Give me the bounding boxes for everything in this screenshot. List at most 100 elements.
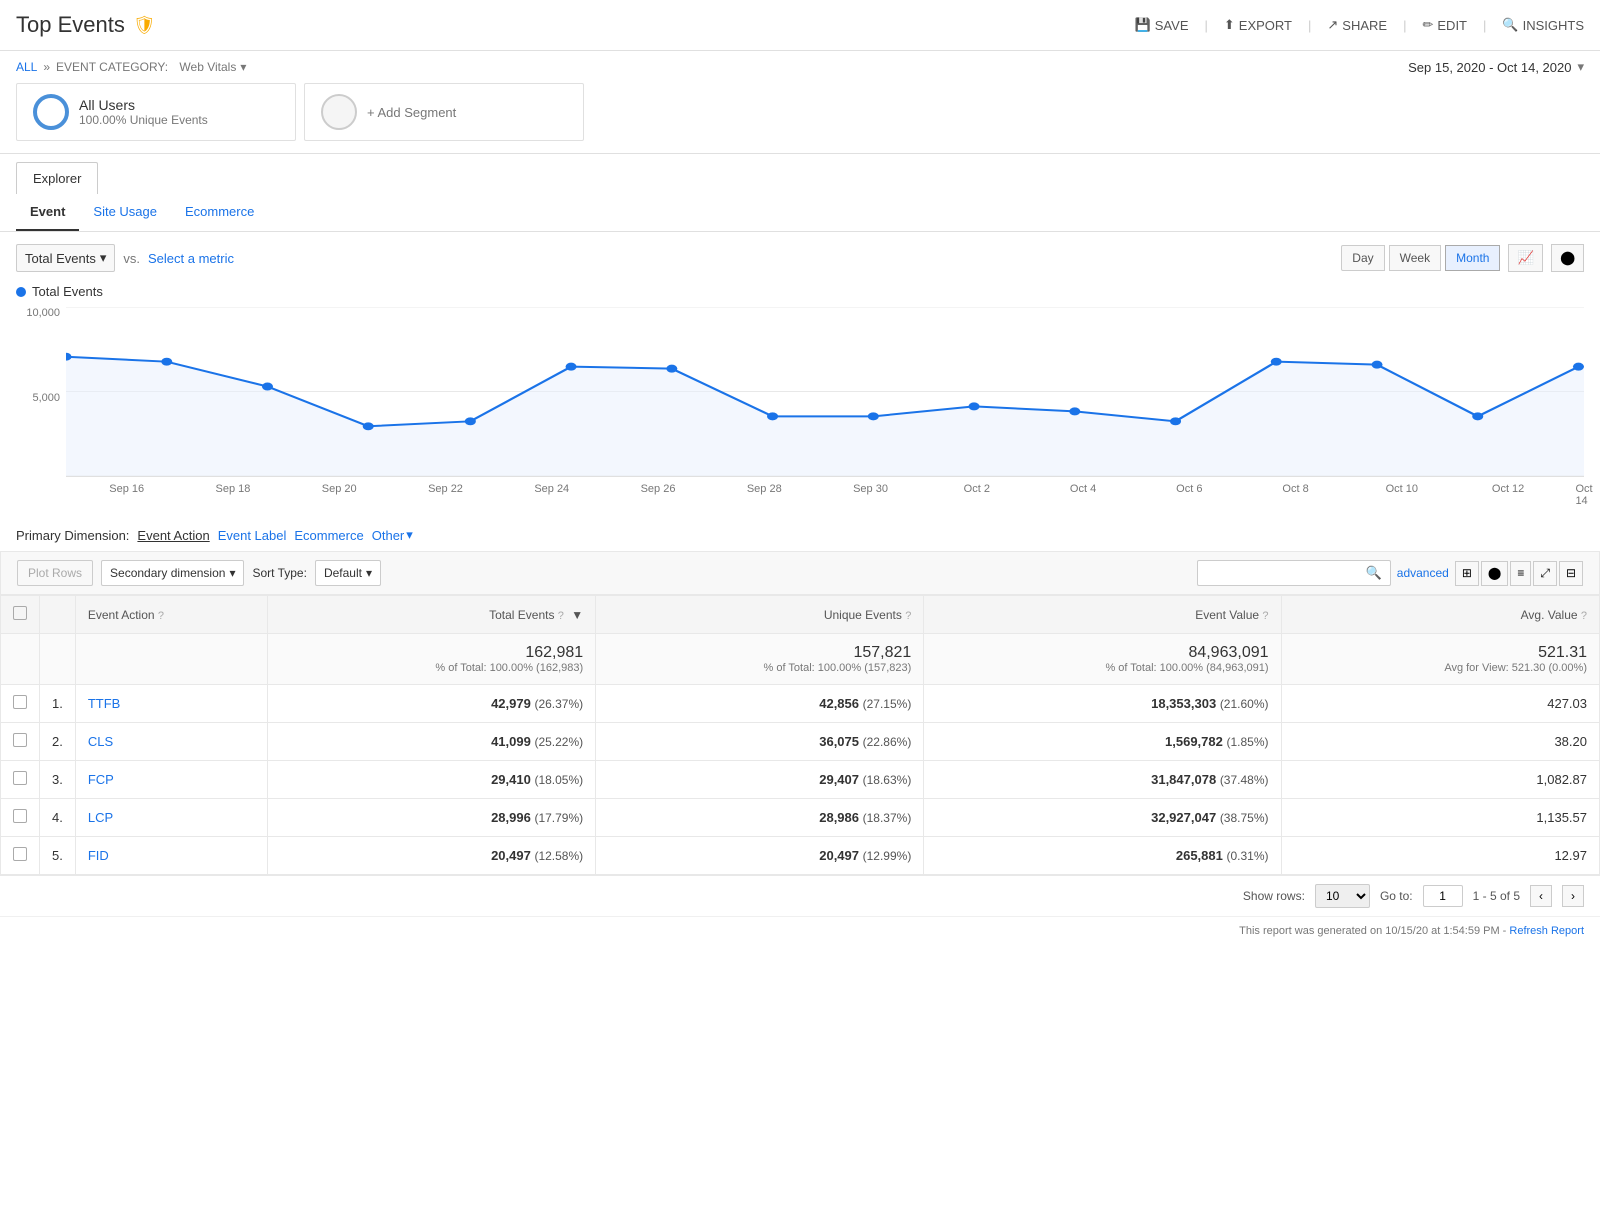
- row-event-action: CLS: [75, 723, 267, 761]
- data-table: Event Action ? Total Events ? ▼ Unique E…: [0, 595, 1600, 875]
- rows-select[interactable]: 10 25 50 100: [1315, 884, 1370, 908]
- dim-other[interactable]: Other ▾: [372, 527, 413, 543]
- col-event-value-header: Event Value ?: [924, 596, 1281, 634]
- add-segment-button[interactable]: + Add Segment: [304, 83, 584, 141]
- chart-y-axis: 10,000 5,000: [16, 307, 66, 477]
- insights-button[interactable]: 🔍 INSIGHTS: [1502, 17, 1584, 33]
- edit-button[interactable]: ✏ EDIT: [1422, 17, 1467, 33]
- metric-dropdown[interactable]: Total Events ▾: [16, 244, 115, 272]
- row-select-checkbox[interactable]: [13, 771, 27, 785]
- event-action-link[interactable]: LCP: [88, 810, 113, 825]
- vs-label: vs.: [123, 251, 140, 266]
- row-select-checkbox[interactable]: [13, 695, 27, 709]
- prev-page-button[interactable]: ‹: [1530, 885, 1552, 907]
- row-num: 1.: [40, 685, 76, 723]
- date-range-picker[interactable]: Sep 15, 2020 - Oct 14, 2020 ▾: [1408, 59, 1584, 75]
- col-avg-value-header: Avg. Value ?: [1281, 596, 1599, 634]
- scatter-chart-button[interactable]: ⬤: [1551, 244, 1584, 272]
- col-event-action-header: Event Action ?: [75, 596, 267, 634]
- sort-type-label: Sort Type:: [252, 566, 306, 580]
- segment-name: All Users: [79, 97, 208, 113]
- secondary-dimension-dropdown[interactable]: Secondary dimension ▾: [101, 560, 244, 586]
- segments-bar: All Users 100.00% Unique Events + Add Se…: [0, 83, 1600, 153]
- event-action-link[interactable]: CLS: [88, 734, 113, 749]
- page-header: Top Events 🛡 💾 SAVE | ⬆ EXPORT | ↗ SHARE…: [0, 0, 1600, 51]
- tab-event[interactable]: Event: [16, 194, 79, 231]
- pivot-view-button[interactable]: ⤢: [1533, 561, 1557, 586]
- chart-legend: Total Events: [16, 280, 1584, 307]
- segment-icon: [33, 94, 69, 130]
- chart-plot: [66, 307, 1584, 477]
- goto-input[interactable]: [1423, 885, 1463, 907]
- month-button[interactable]: Month: [1445, 245, 1500, 271]
- separator: |: [1403, 18, 1406, 33]
- chart-controls: Total Events ▾ vs. Select a metric Day W…: [0, 232, 1600, 280]
- row-num: 3.: [40, 761, 76, 799]
- header-left: Top Events 🛡: [16, 12, 156, 38]
- select-metric-link[interactable]: Select a metric: [148, 251, 234, 266]
- search-icon[interactable]: 🔍: [1366, 565, 1382, 581]
- separator: |: [1483, 18, 1486, 33]
- pie-view-button[interactable]: ⬤: [1481, 561, 1508, 586]
- week-button[interactable]: Week: [1389, 245, 1441, 271]
- table-controls-right: 🔍 advanced ⊞ ⬤ ≡ ⤢ ⊟: [1197, 560, 1583, 586]
- row-select-checkbox[interactable]: [13, 847, 27, 861]
- breadcrumb-separator: »: [43, 60, 50, 74]
- export-button[interactable]: ⬆ EXPORT: [1224, 17, 1292, 33]
- add-segment-icon: [321, 94, 357, 130]
- tab-ecommerce[interactable]: Ecommerce: [171, 194, 268, 231]
- dim-event-label[interactable]: Event Label: [218, 528, 287, 543]
- table-footer: Show rows: 10 25 50 100 Go to: 1 - 5 of …: [0, 875, 1600, 916]
- tab-site-usage[interactable]: Site Usage: [79, 194, 171, 231]
- row-unique-events: 42,856 (27.15%): [596, 685, 924, 723]
- dim-ecommerce[interactable]: Ecommerce: [294, 528, 363, 543]
- view-icons: ⊞ ⬤ ≡ ⤢ ⊟: [1455, 561, 1583, 586]
- save-button[interactable]: 💾 SAVE: [1135, 17, 1189, 33]
- advanced-link[interactable]: advanced: [1397, 566, 1449, 580]
- row-avg-value: 38.20: [1281, 723, 1599, 761]
- refresh-report-link[interactable]: Refresh Report: [1509, 925, 1584, 937]
- show-rows-label: Show rows:: [1243, 889, 1305, 903]
- plot-rows-button[interactable]: Plot Rows: [17, 560, 93, 586]
- event-action-link[interactable]: TTFB: [88, 696, 121, 711]
- row-checkbox: [1, 799, 40, 837]
- row-total-events: 42,979 (26.37%): [267, 685, 595, 723]
- next-page-button[interactable]: ›: [1562, 885, 1584, 907]
- event-action-link[interactable]: FID: [88, 848, 109, 863]
- report-footer: This report was generated on 10/15/20 at…: [0, 916, 1600, 945]
- row-num: 5.: [40, 837, 76, 875]
- sort-type-dropdown[interactable]: Default ▾: [315, 560, 381, 586]
- row-checkbox: [1, 723, 40, 761]
- primary-dim-label: Primary Dimension:: [16, 528, 129, 543]
- breadcrumb: ALL » EVENT CATEGORY: Web Vitals ▾: [16, 60, 246, 74]
- line-chart-button[interactable]: 📈: [1508, 244, 1543, 272]
- comparison-view-button[interactable]: ≡: [1510, 561, 1531, 586]
- row-select-checkbox[interactable]: [13, 733, 27, 747]
- select-all-checkbox[interactable]: [13, 606, 27, 620]
- sort-arrow-icon: ▼: [571, 608, 583, 622]
- row-avg-value: 1,082.87: [1281, 761, 1599, 799]
- day-button[interactable]: Day: [1341, 245, 1384, 271]
- col-total-events-header[interactable]: Total Events ? ▼: [267, 596, 595, 634]
- share-button[interactable]: ↗ SHARE: [1327, 17, 1387, 33]
- search-input[interactable]: [1206, 566, 1366, 580]
- custom-view-button[interactable]: ⊟: [1559, 561, 1583, 586]
- event-action-link[interactable]: FCP: [88, 772, 114, 787]
- explorer-tab[interactable]: Explorer: [16, 162, 98, 194]
- row-total-events: 28,996 (17.79%): [267, 799, 595, 837]
- breadcrumb-all[interactable]: ALL: [16, 60, 37, 74]
- row-checkbox: [1, 837, 40, 875]
- legend-dot: [16, 287, 26, 297]
- chart-controls-right: Day Week Month 📈 ⬤: [1341, 244, 1584, 272]
- row-checkbox: [1, 761, 40, 799]
- dim-event-action[interactable]: Event Action: [137, 528, 209, 543]
- table-row: 5. FID 20,497 (12.58%) 20,497 (12.99%) 2…: [1, 837, 1600, 875]
- row-total-events: 29,410 (18.05%): [267, 761, 595, 799]
- chevron-down-icon: ▾: [100, 250, 107, 266]
- table-view-button[interactable]: ⊞: [1455, 561, 1479, 586]
- chevron-down-icon: ▾: [366, 566, 372, 580]
- chevron-down-icon: ▾: [229, 566, 235, 580]
- row-event-action: LCP: [75, 799, 267, 837]
- row-select-checkbox[interactable]: [13, 809, 27, 823]
- share-icon: ↗: [1327, 17, 1338, 33]
